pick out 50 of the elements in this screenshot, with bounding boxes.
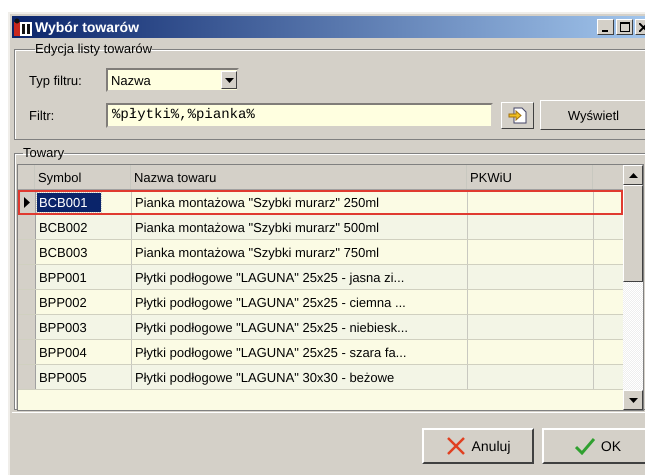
app-logo-icon	[14, 18, 32, 36]
column-header[interactable]: Symbol	[35, 165, 131, 189]
cancel-button[interactable]: Anuluj	[422, 428, 534, 464]
maximize-button[interactable]	[616, 19, 633, 35]
apply-filter-button[interactable]	[501, 102, 534, 128]
filter-type-dropdown[interactable]: Nazwa	[106, 68, 239, 92]
cross-icon	[446, 436, 466, 456]
page-arrow-icon	[508, 105, 528, 125]
table-cell: Pianka montażowa "Szybki murarz" 250ml	[132, 190, 468, 214]
window-title: Wybór towarów	[35, 19, 140, 35]
table-row[interactable]: BPP003 Płytki podłogowe "LAGUNA" 25x25 - niebiesk...	[18, 315, 623, 340]
minimize-button[interactable]	[597, 19, 614, 35]
ok-button[interactable]: OK	[542, 428, 645, 464]
dropdown-arrow-icon	[224, 78, 234, 82]
table-row[interactable]: BPP005 Płytki podłogowe "LAGUNA" 30x30 - beżowe	[18, 365, 623, 390]
table-cell: Pianka montażowa "Szybki murarz" 750ml	[132, 240, 468, 264]
filter-label: Filtr:	[29, 108, 56, 122]
table-cell: Płytki podłogowe "LAGUNA" 25x25 - niebiesk...	[132, 315, 468, 339]
filter-input[interactable]: %płytki%,%pianka%	[106, 102, 493, 128]
table-cell: BCB003	[39, 244, 88, 260]
table-cell: Płytki podłogowe "LAGUNA" 25x25 - jasna zi...	[132, 265, 468, 289]
table-cell: BPP005	[39, 370, 87, 384]
table-cell: BPP001	[39, 270, 87, 284]
table-row[interactable]: BPP001 Płytki podłogowe "LAGUNA" 25x25 - jasna zi...	[18, 265, 623, 290]
show-button[interactable]: Wyświetl	[540, 100, 645, 130]
column-header[interactable]: Nazwa towaru	[131, 165, 467, 189]
table-cell: Pianka montażowa "Szybki murarz" 500ml	[132, 215, 468, 239]
scrollbar[interactable]	[623, 165, 643, 410]
group-title: Edycja listy towarów	[35, 42, 152, 56]
table-cell: Płytki podłogowe "LAGUNA" 25x25 - ciemna ...	[132, 290, 468, 314]
group-title: Towary	[23, 146, 64, 160]
column-header[interactable]: PKWiU	[467, 165, 593, 189]
table-cell: BPP003	[39, 320, 87, 334]
down-arrow-icon	[628, 398, 638, 402]
scroll-thumb[interactable]	[623, 185, 643, 282]
table-cell: BCB002	[39, 220, 88, 234]
table-cell: BCB001	[37, 192, 102, 212]
filter-type-label: Typ filtru:	[29, 72, 83, 88]
up-arrow-icon	[628, 172, 638, 178]
checkmark-icon	[574, 436, 595, 454]
table-row[interactable]: BCB001 Pianka montażowa "Szybki murarz" 250ml	[18, 190, 623, 215]
table-cell: BPP002	[39, 294, 87, 310]
table-cell: BPP004	[39, 344, 87, 360]
table-cell: Płytki podłogowe "LAGUNA" 30x30 - beżowe	[132, 365, 468, 389]
scroll-down-button[interactable]	[623, 390, 643, 410]
row-pointer-icon	[24, 196, 30, 208]
table-cell: Płytki podłogowe "LAGUNA" 25x25 - szara fa...	[132, 340, 468, 364]
table-row[interactable]: BCB002 Pianka montażowa "Szybki murarz" 500ml	[18, 215, 623, 240]
scroll-up-button[interactable]	[623, 165, 643, 185]
maximize-icon	[620, 22, 630, 32]
